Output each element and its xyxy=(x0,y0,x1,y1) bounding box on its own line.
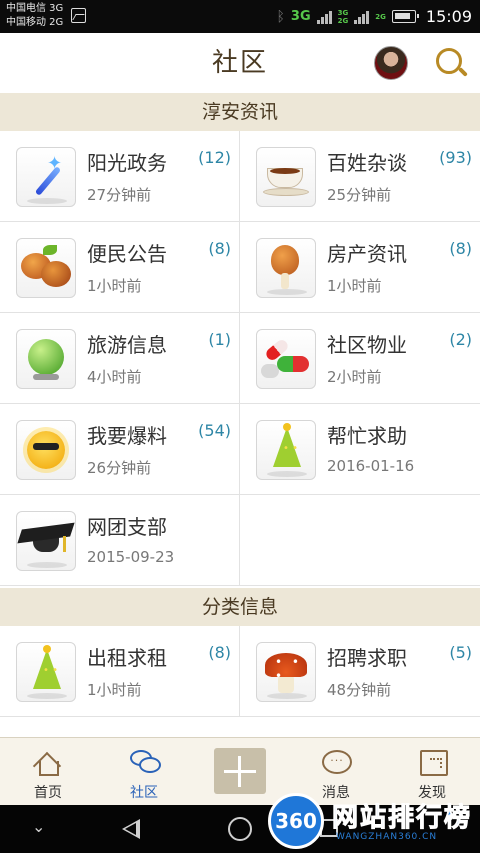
status-bar: 中国电信 3G 中国移动 2G ᛒ 3G 3G 2G 2G 15:09 xyxy=(0,0,480,33)
grid-item-count: (54) xyxy=(198,421,231,440)
bluetooth-icon: ᛒ xyxy=(276,8,285,25)
grid-item-label: 房产资讯 xyxy=(327,242,407,266)
watermark-text: 网站排行榜 xyxy=(331,803,473,834)
grid-item-count: (93) xyxy=(439,148,472,167)
post-button[interactable] xyxy=(214,748,266,794)
grid-item-help[interactable]: • • 帮忙求助 2016-01-16 xyxy=(240,404,480,495)
tab-label: 首页 xyxy=(34,785,62,801)
grid-item-time: 1小时前 xyxy=(327,277,382,295)
grid-item-count: (5) xyxy=(449,643,472,662)
page-title: 社区 xyxy=(211,48,268,78)
grid-item-time: 1小时前 xyxy=(87,681,142,699)
grid-item-count: (2) xyxy=(449,330,472,349)
grid-item-property[interactable]: 社区物业 2小时前 (2) xyxy=(240,313,480,404)
grid-item-label: 招聘求职 xyxy=(327,646,407,670)
back-icon[interactable] xyxy=(122,819,140,839)
grid-item-count: (8) xyxy=(208,643,231,662)
section-header-news: 淳安资讯 xyxy=(0,93,480,131)
grid-item-tip-off[interactable]: 我要爆料 26分钟前 (54) xyxy=(0,404,240,495)
grid-item-time: 2016-01-16 xyxy=(327,457,415,475)
clock: 15:09 xyxy=(425,7,472,26)
grid-item-youth-league[interactable]: 网团支部 2015-09-23 xyxy=(0,495,240,586)
map-icon xyxy=(418,748,448,776)
chevron-down-icon[interactable]: ⌄ xyxy=(32,817,45,836)
grid-item-label: 出租求租 xyxy=(87,646,167,670)
grid-item-notices[interactable]: 便民公告 1小时前 (8) xyxy=(0,222,240,313)
bottom-tab-bar: 首页 社区 ··· 消息 发现 xyxy=(0,737,480,805)
grid-item-count: (8) xyxy=(208,239,231,258)
screenshot-notification-icon xyxy=(71,8,86,23)
home-circle-icon[interactable] xyxy=(228,817,252,841)
grid-item-label: 百姓杂谈 xyxy=(327,151,407,175)
grid-item-label: 便民公告 xyxy=(87,242,167,266)
grid-item-label: 网团支部 xyxy=(87,515,167,539)
grid-item-travel[interactable]: 旅游信息 4小时前 (1) xyxy=(0,313,240,404)
grid-item-time: 26分钟前 xyxy=(87,459,152,477)
network-type: 3G xyxy=(290,9,311,24)
avatar[interactable] xyxy=(374,46,408,80)
grid-item-label: 阳光政务 xyxy=(87,151,167,175)
grid-item-time: 27分钟前 xyxy=(87,186,152,204)
watermark-subtext: WANGZHAN360.CN xyxy=(336,832,438,842)
home-icon xyxy=(32,748,64,781)
status-indicators: ᛒ 3G 3G 2G 2G 15:09 xyxy=(277,0,472,33)
grid-item-time: 25分钟前 xyxy=(327,186,392,204)
message-icon: ··· xyxy=(322,748,352,776)
tab-label: 社区 xyxy=(130,785,158,801)
section-header-classifieds: 分类信息 xyxy=(0,588,480,626)
grid-item-time: 48分钟前 xyxy=(327,681,392,699)
tab-discover[interactable]: 发现 xyxy=(384,738,480,806)
grid-item-label: 帮忙求助 xyxy=(327,424,407,448)
grid-item-public-talk[interactable]: 百姓杂谈 25分钟前 (93) xyxy=(240,131,480,222)
search-button[interactable] xyxy=(434,46,470,82)
grid-item-real-estate[interactable]: 房产资讯 1小时前 (8) xyxy=(240,222,480,313)
grid-item-time: 2015-09-23 xyxy=(87,548,175,566)
signal-1-icon xyxy=(316,10,332,24)
app-header: 社区 xyxy=(0,33,480,93)
grid-item-time: 1小时前 xyxy=(87,277,142,295)
grid-item-count: (8) xyxy=(449,239,472,258)
tab-home[interactable]: 首页 xyxy=(0,738,96,806)
tab-community[interactable]: 社区 xyxy=(96,738,192,806)
grid-item-empty xyxy=(240,495,480,586)
grid-item-count: (1) xyxy=(208,330,231,349)
network-small-2: 2G xyxy=(375,12,386,21)
network-small: 3G 2G xyxy=(337,8,349,25)
grid-item-time: 2小时前 xyxy=(327,368,382,386)
chat-bubbles-icon xyxy=(130,748,161,776)
grid-item-jobs[interactable]: • • • 招聘求职 48分钟前 (5) xyxy=(240,626,480,717)
grid-item-label: 旅游信息 xyxy=(87,333,167,357)
grid-item-count: (12) xyxy=(198,148,231,167)
grid-item-label: 我要爆料 xyxy=(87,424,167,448)
battery-icon xyxy=(391,10,419,23)
carrier-1: 中国电信 3G xyxy=(6,3,64,14)
signal-2-icon xyxy=(354,10,370,24)
grid-item-sunshine-affairs[interactable]: ✦ 阳光政务 27分钟前 (12) xyxy=(0,131,240,222)
carrier-info: 中国电信 3G 中国移动 2G xyxy=(6,2,63,30)
watermark-badge: 360 xyxy=(268,793,324,849)
grid-item-label: 社区物业 xyxy=(327,333,407,357)
grid-item-rental[interactable]: • • 出租求租 1小时前 (8) xyxy=(0,626,240,717)
carrier-2: 中国移动 2G xyxy=(6,17,64,28)
grid-item-time: 4小时前 xyxy=(87,368,142,386)
